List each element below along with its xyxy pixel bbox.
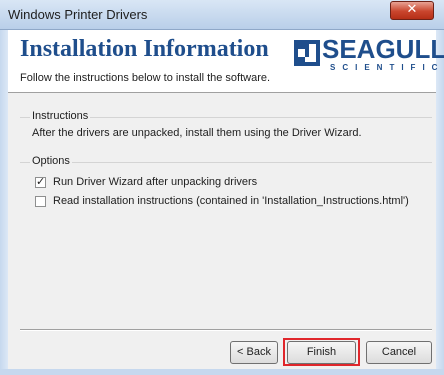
header-panel: Installation Information Follow the inst…	[8, 30, 444, 93]
run-driver-wizard-checkbox[interactable]: ✓	[35, 175, 46, 188]
button-separator	[20, 329, 432, 331]
back-button[interactable]: < Back	[230, 341, 278, 364]
checkmark-icon: ✓	[36, 175, 46, 188]
instructions-group-title: Instructions	[30, 110, 91, 122]
page-subtitle: Follow the instructions below to install…	[20, 72, 271, 84]
title-bar[interactable]: Windows Printer Drivers ✕	[0, 0, 444, 30]
cancel-button[interactable]: Cancel	[366, 341, 432, 364]
installer-window: Windows Printer Drivers ✕ Installation I…	[0, 0, 444, 375]
instructions-text: After the drivers are unpacked, install …	[32, 127, 362, 139]
page-title: Installation Information	[20, 36, 269, 62]
run-driver-wizard-label: Run Driver Wizard after unpacking driver…	[53, 176, 258, 188]
logo-subtext: SCIENTIFIC	[330, 63, 444, 72]
window-frame-right	[436, 30, 444, 375]
read-instructions-label: Read installation instructions (containe…	[53, 195, 409, 207]
window-title: Windows Printer Drivers	[8, 7, 148, 22]
close-icon: ✕	[406, 2, 418, 17]
options-group-title: Options	[30, 155, 72, 167]
seagull-logo-icon	[294, 40, 320, 66]
window-frame-bottom	[0, 369, 444, 375]
window-frame-left	[0, 30, 8, 375]
close-button[interactable]: ✕	[390, 1, 434, 20]
options-group-border	[20, 162, 432, 163]
read-instructions-checkbox[interactable]	[35, 196, 46, 207]
finish-highlight-box	[283, 338, 360, 366]
logo-wordmark: SEAGULL	[322, 34, 444, 64]
